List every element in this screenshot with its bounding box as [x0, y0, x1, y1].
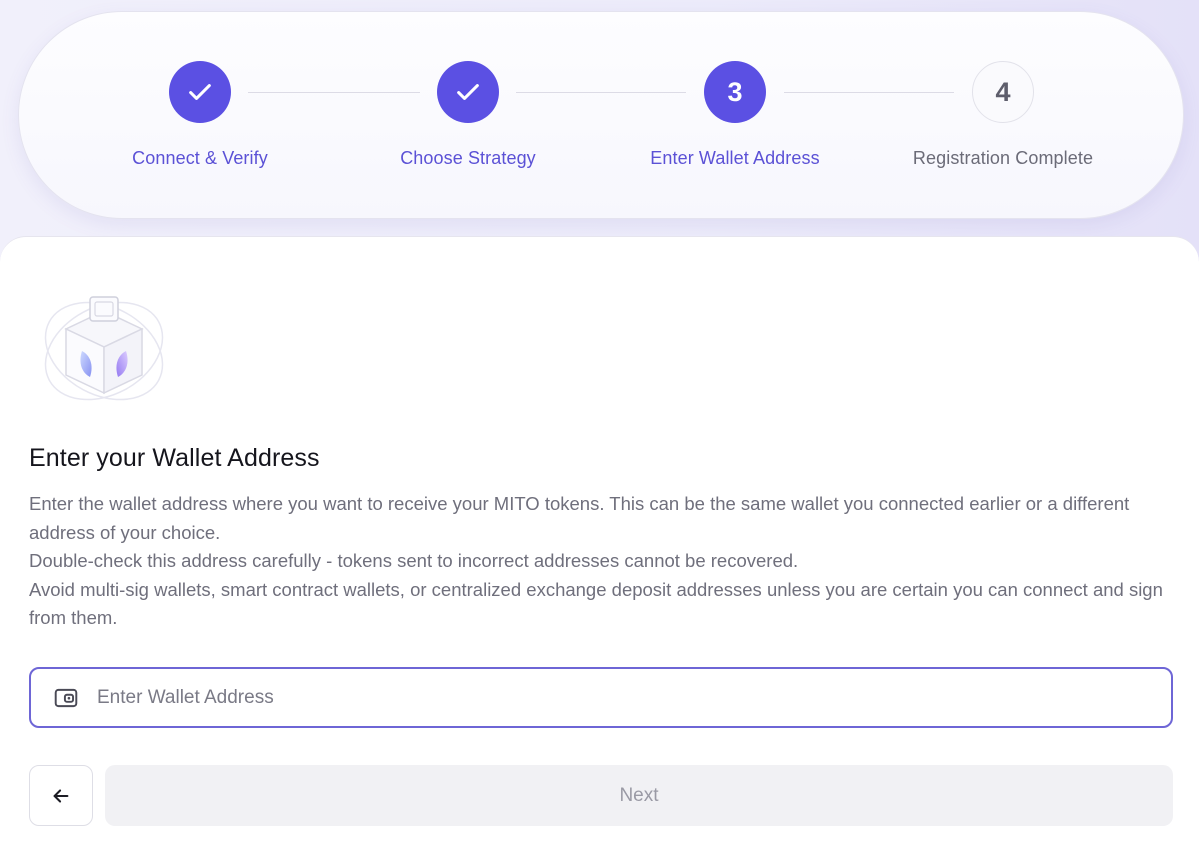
step-3-indicator: 3 [704, 61, 766, 123]
step-4-label: Registration Complete [912, 148, 1094, 168]
step-enter-wallet-address: 3 Enter Wallet Address [595, 12, 875, 220]
instruction-avoid-wallet-types: Avoid multi-sig wallets, smart contract … [29, 578, 1163, 629]
step-1-label: Connect & Verify [132, 148, 268, 168]
step-2-indicator [437, 61, 499, 123]
wallet-address-card: Enter your Wallet Address Enter the wall… [0, 236, 1199, 860]
progress-stepper: Connect & Verify Choose Strategy 3 Enter… [18, 11, 1184, 219]
check-icon [457, 84, 479, 100]
wallet-address-field[interactable] [29, 667, 1173, 728]
instruction-double-check: Double-check this address carefully - to… [29, 550, 799, 571]
wallet-icon [54, 688, 78, 707]
arrow-left-icon [53, 788, 69, 803]
step-4-indicator: 4 [972, 61, 1034, 123]
instructions: Enter the wallet address where you want … [29, 490, 1169, 633]
page-heading: Enter your Wallet Address [29, 444, 320, 472]
check-icon [189, 84, 211, 100]
step-2-label: Choose Strategy [400, 148, 536, 168]
step-registration-complete: 4 Registration Complete [863, 12, 1143, 220]
wallet-address-input[interactable] [97, 686, 1171, 709]
back-button[interactable] [29, 765, 93, 826]
step-3-label: Enter Wallet Address [650, 148, 820, 168]
wallet-cube-illustration [44, 296, 164, 401]
step-choose-strategy: Choose Strategy [328, 12, 608, 220]
step-connect-verify: Connect & Verify [60, 12, 340, 220]
step-1-indicator [169, 61, 231, 123]
next-button[interactable]: Next [105, 765, 1173, 826]
instruction-receive-tokens: Enter the wallet address where you want … [29, 493, 1130, 543]
